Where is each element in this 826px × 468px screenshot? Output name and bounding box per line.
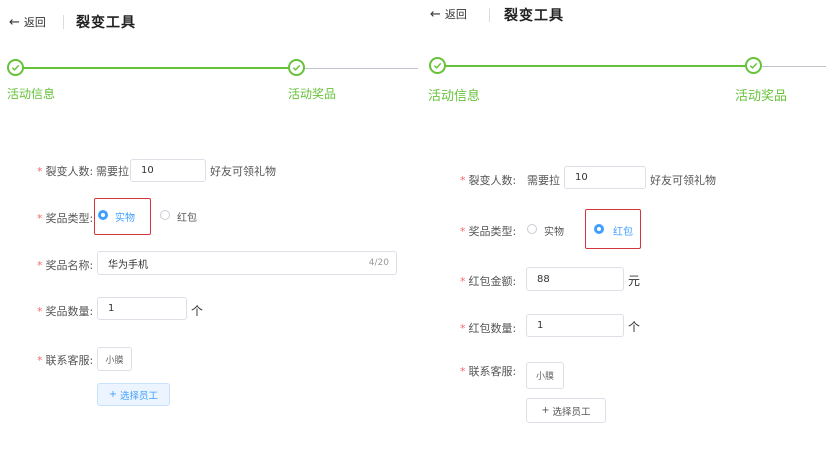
radio-physical[interactable] xyxy=(527,224,537,234)
prize-type-label: * 奖品类型: xyxy=(37,212,94,225)
back-button[interactable]: ← 返回 xyxy=(430,6,467,22)
staff-tag[interactable]: 小膜 xyxy=(97,347,132,371)
radio-red-packet-label[interactable]: 红包 xyxy=(613,223,633,238)
step-connector xyxy=(441,65,746,67)
fission-count-suffix: 好友可领礼物 xyxy=(210,165,276,178)
fission-count-label: * 裂变人数: xyxy=(37,165,94,178)
step-1-check-icon xyxy=(7,59,24,76)
prize-quantity-input[interactable]: 1 xyxy=(97,297,187,320)
customer-service-label: * 联系客服: xyxy=(37,354,94,367)
fission-count-prefix: 需要拉 xyxy=(527,174,560,187)
step-1-label: 活动信息 xyxy=(428,89,481,104)
staff-tag[interactable]: 小膜 xyxy=(526,362,564,389)
red-packet-amount-unit: 元 xyxy=(628,274,641,288)
red-packet-quantity-unit: 个 xyxy=(628,320,641,334)
red-packet-amount-label: * 红包金额: xyxy=(460,275,517,288)
step-2-check-icon xyxy=(745,57,762,74)
fission-count-suffix: 好友可领礼物 xyxy=(650,174,716,187)
prize-name-input[interactable]: 华为手机 4/20 xyxy=(97,251,397,275)
radio-red-packet[interactable] xyxy=(594,224,604,234)
customer-service-label: * 联系客服: xyxy=(460,365,517,378)
prize-quantity-unit: 个 xyxy=(191,304,204,318)
step-2-label: 活动奖品 xyxy=(288,87,337,101)
plus-icon: + xyxy=(541,405,550,416)
select-staff-button[interactable]: + 选择员工 xyxy=(526,398,606,423)
fission-count-label: * 裂变人数: xyxy=(460,174,517,187)
red-packet-amount-input[interactable]: 88 xyxy=(526,267,624,291)
step-1-label: 活动信息 xyxy=(7,87,56,101)
radio-red-packet-label[interactable]: 红包 xyxy=(177,209,197,224)
page-title: 裂变工具 xyxy=(504,8,564,24)
prize-name-value: 华为手机 xyxy=(108,259,148,271)
header-divider xyxy=(489,8,490,22)
step-connector-pending xyxy=(304,68,418,69)
step-connector xyxy=(20,67,290,69)
prize-type-label: * 奖品类型: xyxy=(460,225,517,238)
prize-quantity-label: * 奖品数量: xyxy=(37,305,94,318)
red-packet-quantity-input[interactable]: 1 xyxy=(526,314,624,337)
step-1-check-icon xyxy=(429,57,446,74)
arrow-left-icon: ← xyxy=(430,6,441,22)
back-label: 返回 xyxy=(444,8,467,21)
select-staff-button[interactable]: + 选择员工 xyxy=(97,383,170,406)
plus-icon: + xyxy=(109,389,117,400)
prize-name-label: * 奖品名称: xyxy=(37,259,94,272)
step-connector-pending xyxy=(761,66,826,67)
select-staff-label: 选择员工 xyxy=(119,390,158,402)
fission-count-input[interactable]: 10 xyxy=(564,166,646,189)
back-button[interactable]: ← 返回 xyxy=(9,14,46,30)
left-panel: ← 返回 裂变工具 活动信息 活动奖品 * 裂变人数: 需要拉 10 好友可领礼物… xyxy=(0,0,418,468)
char-count: 4/20 xyxy=(368,258,389,268)
radio-physical-label[interactable]: 实物 xyxy=(544,223,564,238)
fission-count-prefix: 需要拉 xyxy=(96,165,129,178)
right-panel: ← 返回 裂变工具 活动信息 活动奖品 * 裂变人数: 需要拉 10 好友可领礼物… xyxy=(418,0,826,468)
arrow-left-icon: ← xyxy=(9,14,20,30)
radio-physical[interactable] xyxy=(98,210,108,220)
step-2-label: 活动奖品 xyxy=(735,89,788,104)
radio-red-packet[interactable] xyxy=(160,210,170,220)
header-divider xyxy=(63,15,64,29)
page-title: 裂变工具 xyxy=(76,15,136,31)
radio-physical-label[interactable]: 实物 xyxy=(115,209,135,224)
step-2-check-icon xyxy=(288,59,305,76)
back-label: 返回 xyxy=(23,16,46,29)
fission-count-input[interactable]: 10 xyxy=(130,159,206,182)
select-staff-label: 选择员工 xyxy=(552,406,591,418)
red-packet-quantity-label: * 红包数量: xyxy=(460,322,517,335)
